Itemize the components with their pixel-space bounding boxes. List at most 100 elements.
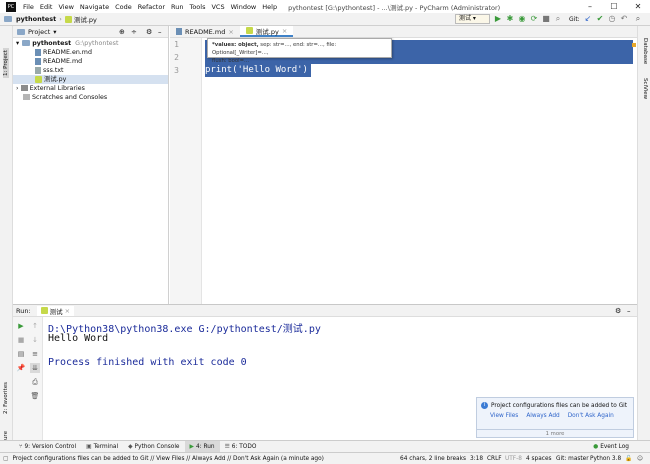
menu-vcs[interactable]: VCS — [208, 3, 227, 11]
maximize-icon[interactable]: ☐ — [602, 0, 626, 13]
hide-panel-icon[interactable]: – — [627, 307, 631, 315]
tab-readme[interactable]: README.md × — [170, 26, 240, 37]
menu-navigate[interactable]: Navigate — [77, 3, 112, 11]
minimize-icon[interactable]: – — [578, 0, 602, 13]
sciview-tool-tab[interactable]: SciView — [642, 78, 648, 99]
chevron-down-icon[interactable]: ▾ — [53, 28, 56, 36]
close-tab-icon[interactable]: × — [282, 27, 287, 35]
collapse-icon[interactable]: ÷ — [131, 28, 137, 36]
external-libraries-label: External Libraries — [29, 85, 85, 92]
inspector-icon[interactable]: ☺ — [637, 456, 643, 462]
menu-run[interactable]: Run — [168, 3, 186, 11]
run-config-selector[interactable]: 测试 ▾ — [455, 14, 490, 24]
library-icon — [20, 85, 28, 91]
more-notifications[interactable]: 1 more — [477, 429, 633, 437]
menu-code[interactable]: Code — [112, 3, 135, 11]
git-commit-icon[interactable]: ✔ — [595, 14, 605, 24]
tab-python-console[interactable]: ◆ Python Console — [123, 441, 184, 453]
navigation-bar: pythontest › 测试.py 测试 ▾ ▶ ✱ ◉ ⟳ ■ ⌕ Git:… — [0, 13, 650, 26]
run-icon: ▶ — [189, 443, 194, 450]
close-tab-icon[interactable]: × — [65, 307, 70, 315]
run-panel-header: Run: 测试 × ⚙ – — [13, 305, 637, 317]
run-icon[interactable]: ▶ — [493, 14, 503, 24]
restore-layout-icon[interactable]: ▤ — [16, 349, 26, 359]
breadcrumb-project[interactable]: pythontest — [16, 15, 56, 23]
debug-icon[interactable]: ✱ — [505, 14, 515, 24]
rerun-icon[interactable]: ▶ — [16, 321, 26, 331]
search-icon[interactable]: ⌕ — [633, 14, 643, 24]
git-update-icon[interactable]: ↙ — [583, 14, 593, 24]
markdown-file-icon — [176, 28, 182, 35]
tree-external-libraries[interactable]: › External Libraries — [13, 84, 168, 93]
dont-ask-again-link[interactable]: Don't Ask Again — [568, 413, 614, 419]
tab-run[interactable]: ▶ 4: Run — [184, 440, 220, 453]
stop-icon[interactable]: ■ — [16, 335, 26, 345]
run-tab[interactable]: 测试 × — [36, 305, 75, 316]
delete-icon[interactable]: 🗑 — [30, 391, 40, 401]
down-arrow-icon[interactable]: ↓ — [30, 335, 40, 345]
tab-todo[interactable]: ☰ 6: TODO — [220, 441, 262, 453]
tab-version-control[interactable]: ⑂ 9: Version Control — [14, 441, 81, 453]
view-files-link[interactable]: View Files — [490, 413, 518, 419]
settings-gear-icon[interactable]: ⚙ — [146, 28, 152, 36]
status-position[interactable]: 3:18 — [470, 456, 483, 462]
project-view-selector[interactable]: Project — [28, 28, 50, 36]
soft-wrap-icon[interactable]: ≡ — [30, 349, 40, 359]
status-message[interactable]: Project configurations files can be adde… — [12, 456, 323, 462]
close-icon[interactable]: ✕ — [626, 0, 650, 13]
tab-test-py[interactable]: 测试.py × — [239, 26, 294, 37]
print-icon[interactable]: ⎙ — [30, 377, 40, 387]
tree-scratches[interactable]: Scratches and Consoles — [13, 93, 168, 102]
status-git-branch[interactable]: Git: master — [556, 456, 589, 462]
project-icon — [17, 28, 25, 35]
git-revert-icon[interactable]: ↶ — [619, 14, 629, 24]
breadcrumb-file[interactable]: 测试.py — [74, 14, 97, 24]
bottom-tab-label: 9: Version Control — [24, 443, 77, 450]
console-output: Hello Word — [48, 333, 109, 344]
tree-file-item-selected[interactable]: 测试.py — [13, 75, 168, 84]
status-chars: 64 chars, 2 line breaks — [400, 455, 466, 462]
info-icon: i — [481, 402, 488, 409]
menu-tools[interactable]: Tools — [186, 3, 208, 11]
locate-icon[interactable]: ⊕ — [119, 28, 125, 36]
line-number: 3 — [174, 66, 179, 75]
tree-file-item[interactable]: README.en.md — [13, 48, 168, 57]
status-indent[interactable]: 4 spaces — [526, 456, 552, 462]
git-history-icon[interactable]: ◷ — [607, 14, 617, 24]
favorites-tool-tab[interactable]: 2: Favorites — [3, 382, 9, 414]
expand-arrow-icon[interactable]: › — [16, 85, 19, 92]
lock-icon[interactable]: 🔓 — [625, 456, 632, 462]
tree-root[interactable]: ▾ pythontest G:\pythontest — [13, 39, 168, 48]
menu-edit[interactable]: Edit — [37, 3, 56, 11]
always-add-link[interactable]: Always Add — [526, 413, 559, 419]
up-arrow-icon[interactable]: ↑ — [30, 321, 40, 331]
status-interpreter[interactable]: Python 3.8 — [590, 456, 621, 462]
settings-gear-icon[interactable]: ⚙ — [615, 307, 621, 315]
project-tool-tab[interactable]: 1: Project — [3, 48, 9, 78]
menu-view[interactable]: View — [55, 3, 76, 11]
status-line-separator[interactable]: CRLF — [487, 456, 502, 462]
hide-panel-icon[interactable]: – — [158, 28, 162, 36]
text-cursor — [311, 65, 312, 77]
menu-file[interactable]: File — [20, 3, 37, 11]
stop-icon[interactable]: ■ — [541, 14, 551, 24]
python-file-icon — [40, 307, 48, 314]
menu-help[interactable]: Help — [259, 3, 280, 11]
profile-icon[interactable]: ⟳ — [529, 14, 539, 24]
tab-terminal[interactable]: ▣ Terminal — [81, 441, 123, 453]
coverage-icon[interactable]: ◉ — [517, 14, 527, 24]
menu-refactor[interactable]: Refactor — [135, 3, 168, 11]
tree-file-item[interactable]: sss.txt — [13, 66, 168, 75]
status-layout-icon[interactable]: ▢ — [3, 456, 8, 462]
tab-event-log[interactable]: ● Event Log — [588, 441, 634, 453]
expand-arrow-icon[interactable]: ▾ — [16, 40, 19, 47]
search-everywhere-icon[interactable]: ⌕ — [553, 14, 563, 24]
pin-icon[interactable]: 📌 — [16, 363, 26, 373]
scroll-to-end-icon[interactable]: ⇊ — [30, 363, 40, 373]
database-tool-tab[interactable]: Database — [642, 38, 648, 64]
status-encoding[interactable]: UTF-8 — [505, 456, 522, 462]
menu-window[interactable]: Window — [228, 3, 260, 11]
close-tab-icon[interactable]: × — [228, 28, 233, 36]
tree-file-item[interactable]: README.md — [13, 57, 168, 66]
code-line-3[interactable]: print('Hello Word') — [205, 65, 308, 75]
